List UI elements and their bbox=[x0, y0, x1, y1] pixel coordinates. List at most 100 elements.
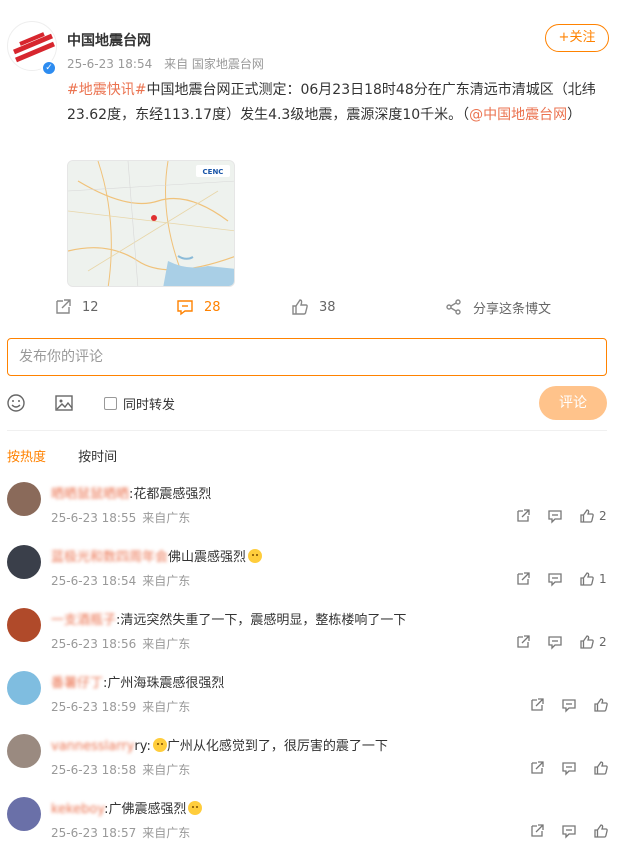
comment-text-line: vannesslarryry: 广州从化感觉到了，很厉害的震了一下 bbox=[51, 735, 388, 754]
share-icon bbox=[446, 299, 461, 315]
sort-by-time-tab[interactable]: 按时间 bbox=[78, 446, 117, 465]
comment-like-icon[interactable] bbox=[593, 697, 609, 713]
comment-count: 28 bbox=[204, 299, 221, 315]
comment-button[interactable]: 28 bbox=[176, 294, 221, 320]
comment-repost-icon[interactable] bbox=[529, 823, 545, 839]
comment-reply-icon[interactable] bbox=[561, 823, 577, 839]
comment-item: 一支酒瓶子:清远突然失重了一下，震感明显，整栋楼响了一下 25-6-23 18:5… bbox=[0, 605, 637, 665]
follow-button[interactable]: +关注 bbox=[545, 24, 609, 52]
comment-item: kekeboy:广佛震感强烈 25-6-23 18:57 来自广东 bbox=[0, 794, 637, 851]
comment-meta: 25-6-23 18:56 来自广东 bbox=[51, 635, 196, 652]
commenter-avatar[interactable] bbox=[7, 608, 41, 642]
comment-meta: 25-6-23 18:55 来自广东 bbox=[51, 509, 196, 526]
comment-like-icon[interactable] bbox=[579, 571, 595, 587]
map-logo-text: CENC bbox=[203, 168, 224, 176]
comment-text-line: 一支酒瓶子:清远突然失重了一下，震感明显，整栋楼响了一下 bbox=[51, 609, 406, 628]
emoji-icon[interactable] bbox=[6, 393, 26, 413]
comment-like-icon[interactable] bbox=[593, 823, 609, 839]
commenter-avatar[interactable] bbox=[7, 671, 41, 705]
like-button[interactable]: 38 bbox=[291, 294, 336, 320]
emoji-icon bbox=[248, 549, 263, 563]
comment-reply-icon[interactable] bbox=[547, 634, 563, 650]
commenter-avatar[interactable] bbox=[7, 797, 41, 831]
comment-text: ry: bbox=[134, 739, 151, 754]
verified-badge-icon: ✓ bbox=[41, 60, 57, 76]
comment-item: 晒晒鼠鼠晒晒:花都震感强烈 25-6-23 18:55 来自广东 2 bbox=[0, 479, 637, 539]
comment-text: :广州海珠震感很强烈 bbox=[103, 676, 225, 691]
commenter-name[interactable]: 番薯仔丁 bbox=[51, 676, 103, 691]
post-time[interactable]: 25-6-23 18:54 bbox=[67, 57, 152, 71]
comment-item: 蓝极光和数四周年会佛山震感强烈 25-6-23 18:54 来自广东 1 bbox=[0, 542, 637, 602]
comment-like-count: 1 bbox=[599, 572, 607, 586]
comment-reply-icon[interactable] bbox=[561, 697, 577, 713]
post-action-bar: 12 28 38 分享这条博文 bbox=[0, 294, 637, 320]
thumbs-up-icon bbox=[292, 299, 308, 315]
mention-link[interactable]: @中国地震台网 bbox=[469, 107, 567, 123]
share-button[interactable]: 分享这条博文 bbox=[445, 294, 551, 320]
comment-time: 25-6-23 18:58 bbox=[51, 763, 137, 777]
earthquake-map-image[interactable]: CENC bbox=[67, 160, 235, 287]
comment-repost-icon[interactable] bbox=[529, 697, 545, 713]
comment-text-continued: 广州从化感觉到了，很厉害的震了一下 bbox=[166, 739, 388, 754]
comment-repost-icon[interactable] bbox=[515, 508, 531, 524]
commenter-avatar[interactable] bbox=[7, 545, 41, 579]
composer-tools: 同时转发 评论 bbox=[0, 386, 637, 420]
like-count: 38 bbox=[319, 299, 336, 315]
sort-by-hot-tab[interactable]: 按热度 bbox=[7, 446, 46, 465]
comment-repost-icon[interactable] bbox=[515, 571, 531, 587]
commenter-name[interactable]: kekeboy bbox=[51, 802, 104, 817]
comment-reply-icon[interactable] bbox=[547, 571, 563, 587]
commenter-avatar[interactable] bbox=[7, 482, 41, 516]
repost-toggle[interactable]: 同时转发 bbox=[104, 394, 175, 413]
comment-like-count: 2 bbox=[599, 635, 607, 649]
image-icon[interactable] bbox=[54, 393, 74, 413]
post-source: 来自 国家地震台网 bbox=[164, 57, 264, 71]
repost-checkbox[interactable] bbox=[104, 397, 117, 410]
comment-time: 25-6-23 18:57 bbox=[51, 826, 137, 840]
commenter-name[interactable]: 蓝极光和数四周年会 bbox=[51, 550, 168, 565]
comment-text: :花都震感强烈 bbox=[129, 487, 212, 502]
post-body: #地震快讯#中国地震台网正式测定：06月23日18时48分在广东清远市清城区（北… bbox=[67, 78, 612, 128]
commenter-name[interactable]: 一支酒瓶子 bbox=[51, 613, 116, 628]
repost-button[interactable]: 12 bbox=[54, 294, 99, 320]
comment-text: :广佛震感强烈 bbox=[104, 802, 187, 817]
comment-reply-icon[interactable] bbox=[561, 760, 577, 776]
comment-like-icon[interactable] bbox=[579, 508, 595, 524]
share-label: 分享这条博文 bbox=[473, 301, 552, 317]
comment-source: 来自广东 bbox=[142, 511, 191, 525]
map-graphic: CENC bbox=[68, 161, 234, 286]
comment-item: 番薯仔丁:广州海珠震感很强烈 25-6-23 18:59 来自广东 bbox=[0, 668, 637, 728]
comment-reply-icon[interactable] bbox=[547, 508, 563, 524]
comment-text-line: 晒晒鼠鼠晒晒:花都震感强烈 bbox=[51, 483, 211, 502]
author-name[interactable]: 中国地震台网 bbox=[67, 30, 151, 50]
post-meta: 25-6-23 18:54 来自 国家地震台网 bbox=[67, 55, 272, 72]
comment-time: 25-6-23 18:59 bbox=[51, 700, 137, 714]
repost-icon bbox=[56, 299, 71, 314]
repost-toggle-label: 同时转发 bbox=[123, 398, 176, 413]
comment-source: 来自广东 bbox=[142, 574, 191, 588]
post-closing: ） bbox=[567, 107, 582, 123]
repost-count: 12 bbox=[82, 299, 99, 315]
comment-like-icon[interactable] bbox=[579, 634, 595, 650]
commenter-name[interactable]: vannesslarry bbox=[51, 739, 134, 754]
emoji-icon bbox=[188, 801, 203, 815]
divider bbox=[7, 430, 607, 431]
comment-source: 来自广东 bbox=[142, 700, 191, 714]
comment-source: 来自广东 bbox=[142, 763, 191, 777]
comment-repost-icon[interactable] bbox=[515, 634, 531, 650]
comment-time: 25-6-23 18:55 bbox=[51, 511, 137, 525]
submit-comment-button[interactable]: 评论 bbox=[539, 386, 607, 420]
comment-text-line: 蓝极光和数四周年会佛山震感强烈 bbox=[51, 546, 263, 565]
comment-meta: 25-6-23 18:54 来自广东 bbox=[51, 572, 196, 589]
comment-text: :清远突然失重了一下，震感明显，整栋楼响了一下 bbox=[116, 613, 407, 628]
comment-text-line: kekeboy:广佛震感强烈 bbox=[51, 798, 203, 817]
comment-sort-tabs: 按热度 按时间 bbox=[7, 446, 145, 465]
comment-item: vannesslarryry: 广州从化感觉到了，很厉害的震了一下 25-6-23 … bbox=[0, 731, 637, 791]
commenter-name[interactable]: 晒晒鼠鼠晒晒 bbox=[51, 487, 129, 502]
comment-like-icon[interactable] bbox=[593, 760, 609, 776]
comment-time: 25-6-23 18:54 bbox=[51, 574, 137, 588]
commenter-avatar[interactable] bbox=[7, 734, 41, 768]
comment-repost-icon[interactable] bbox=[529, 760, 545, 776]
comment-input[interactable]: 发布你的评论 bbox=[7, 338, 607, 376]
topic-link[interactable]: #地震快讯# bbox=[67, 82, 146, 98]
